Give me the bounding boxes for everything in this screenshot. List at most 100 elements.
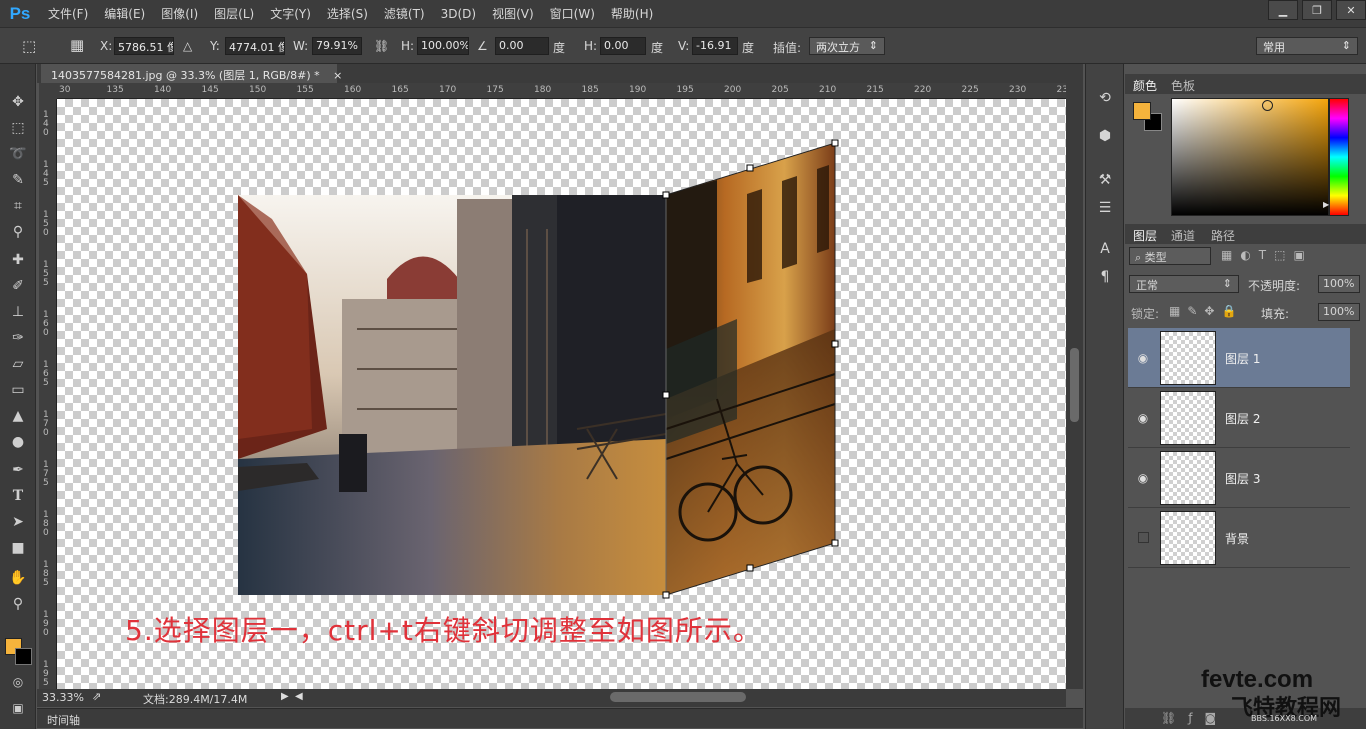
workspace-select[interactable]: 常用 ⇕ (1256, 37, 1358, 55)
transform-tool-icon[interactable]: ⬚ (22, 37, 36, 55)
horizontal-scroll-thumb[interactable] (610, 692, 746, 702)
link-icon[interactable]: ⛓ (374, 39, 389, 53)
hskew-field[interactable]: 0.00 (600, 37, 646, 55)
3d-cube-icon[interactable]: ⬢ (1095, 126, 1115, 146)
opacity-field[interactable]: 100% (1318, 275, 1360, 293)
lock-icons[interactable]: ▦✎✥🔒 (1169, 304, 1243, 318)
play-arrow-icon[interactable]: ▶ (281, 691, 289, 702)
pen-tool-icon[interactable]: ✒ (8, 460, 28, 480)
angle-field[interactable]: 0.00 (495, 37, 549, 55)
close-icon[interactable]: ✕ (1336, 0, 1366, 20)
mask-icon[interactable]: ◙ (1204, 711, 1228, 725)
gradient-tool-icon[interactable]: ▭ (8, 380, 28, 400)
healing-tool-icon[interactable]: ✚ (8, 250, 28, 270)
width-field[interactable]: 79.91% (312, 37, 362, 55)
menu-edit[interactable]: 编辑(E) (96, 5, 153, 22)
layer-row-3[interactable]: ◉ 图层 3 (1128, 448, 1350, 508)
background-color-swatch[interactable] (15, 648, 32, 665)
fill-field[interactable]: 100% (1318, 303, 1360, 321)
vertical-scroll-thumb[interactable] (1070, 348, 1079, 422)
canvas[interactable]: 5.选择图层一，ctrl+t右键斜切调整至如图所示。 (57, 99, 1066, 689)
type-tool-icon[interactable]: T (8, 486, 28, 506)
layer-row-1[interactable]: ◉ 图层 1 (1128, 328, 1350, 388)
foreground-color-chip[interactable] (1133, 102, 1151, 120)
fx-icon[interactable]: ƒ (1188, 711, 1204, 725)
brush-tool-icon[interactable]: ✐ (8, 276, 28, 296)
move-tool-icon[interactable]: ✥ (8, 92, 28, 112)
rectangle-tool-icon[interactable]: ■ (8, 538, 28, 558)
reference-point-icon[interactable]: ▦ (70, 36, 84, 54)
blur-tool-icon[interactable]: ▲ (8, 406, 28, 426)
eyedropper-tool-icon[interactable]: ⚲ (8, 222, 28, 242)
menu-help[interactable]: 帮助(H) (603, 5, 661, 22)
timeline-panel[interactable]: 时间轴 (37, 708, 1083, 728)
hue-slider[interactable] (1329, 98, 1349, 216)
lasso-tool-icon[interactable]: ➰ (8, 144, 28, 164)
vskew-field[interactable]: -16.91 (692, 37, 738, 55)
blend-mode-select[interactable]: 正常 ⇕ (1129, 275, 1239, 293)
dodge-tool-icon[interactable]: ● (8, 432, 28, 452)
link-layers-icon[interactable]: ⛓ (1161, 711, 1188, 725)
photoshop-logo: Ps (9, 3, 31, 23)
paragraph-icon[interactable]: ¶ (1095, 267, 1115, 287)
menu-view[interactable]: 视图(V) (484, 5, 542, 22)
hand-tool-icon[interactable]: ✋ (8, 568, 28, 588)
angle-unit: 度 (553, 41, 566, 55)
tab-layers[interactable]: 图层 (1133, 227, 1157, 244)
history-brush-tool-icon[interactable]: ✑ (8, 328, 28, 348)
crop-tool-icon[interactable]: ⌗ (8, 196, 28, 216)
tab-paths[interactable]: 路径 (1211, 227, 1235, 244)
delta-icon[interactable]: △ (183, 39, 192, 53)
right-panels: 颜色 色板 ▶ 图层 通道 路径 ⌕ 类型 ▦◐T⬚▣ 正常 ⇕ 不透明度: 10… (1125, 64, 1366, 729)
layer-row-2[interactable]: ◉ 图层 2 (1128, 388, 1350, 448)
document-tab[interactable]: 1403577584281.jpg @ 33.3% (图层 1, RGB/8#)… (41, 64, 342, 83)
menu-image[interactable]: 图像(I) (153, 5, 206, 22)
zoom-level[interactable]: 33.33% (42, 691, 84, 704)
close-icon[interactable]: × (333, 69, 342, 82)
interpolation-select[interactable]: 两次立方 ⇕ (809, 37, 885, 55)
screen-mode-icon[interactable]: ▣ (8, 698, 28, 718)
visibility-toggle[interactable] (1138, 532, 1149, 543)
menu-3d[interactable]: 3D(D) (433, 7, 484, 21)
eraser-tool-icon[interactable]: ▱ (8, 354, 28, 374)
sliders-icon[interactable]: ☰ (1095, 198, 1115, 218)
x-field[interactable]: 5786.51 像 (114, 37, 174, 55)
eye-icon[interactable]: ◉ (1135, 410, 1151, 426)
path-select-tool-icon[interactable]: ➤ (8, 512, 28, 532)
tab-color[interactable]: 颜色 (1133, 77, 1157, 94)
layer-filter-select[interactable]: ⌕ 类型 (1129, 247, 1211, 265)
marquee-tool-icon[interactable]: ⬚ (8, 118, 28, 138)
restore-icon[interactable]: ❐ (1302, 0, 1332, 20)
tab-swatches[interactable]: 色板 (1171, 77, 1195, 94)
eye-icon[interactable]: ◉ (1135, 350, 1151, 366)
color-picker-field[interactable] (1171, 98, 1329, 216)
character-icon[interactable]: A (1095, 239, 1115, 259)
minimize-icon[interactable]: ▁ (1268, 0, 1298, 20)
menu-filter[interactable]: 滤镜(T) (376, 5, 433, 22)
adjust-brush-icon[interactable]: ⚒ (1095, 170, 1115, 190)
quick-mask-icon[interactable]: ◎ (8, 672, 28, 692)
zoom-tool-icon[interactable]: ⚲ (8, 594, 28, 614)
menu-layer[interactable]: 图层(L) (206, 5, 262, 22)
y-field[interactable]: 4774.01 像 (225, 37, 285, 55)
vskew-unit: 度 (742, 41, 755, 55)
share-icon[interactable]: ⇗ (92, 690, 101, 703)
menu-type[interactable]: 文字(Y) (262, 5, 319, 22)
color-picker-cursor[interactable] (1262, 100, 1273, 111)
tab-channels[interactable]: 通道 (1171, 227, 1195, 244)
history-icon[interactable]: ⟲ (1095, 88, 1115, 108)
ruler-tick-label: 225 (961, 85, 979, 95)
menu-window[interactable]: 窗口(W) (542, 5, 603, 22)
menu-select[interactable]: 选择(S) (319, 5, 376, 22)
lock-label: 锁定: (1131, 307, 1160, 321)
quick-select-tool-icon[interactable]: ✎ (8, 170, 28, 190)
height-field[interactable]: 100.00% (417, 37, 469, 55)
layer-row-background[interactable]: 背景 (1128, 508, 1350, 568)
scroll-left-icon[interactable]: ◀ (295, 691, 303, 702)
hue-slider-marker[interactable]: ▶ (1323, 200, 1329, 209)
ruler-tick-label: 135 (106, 85, 124, 95)
eye-icon[interactable]: ◉ (1135, 470, 1151, 486)
menu-file[interactable]: 文件(F) (40, 5, 96, 22)
stamp-tool-icon[interactable]: ⊥ (8, 302, 28, 322)
filter-type-icons[interactable]: ▦◐T⬚▣ (1221, 248, 1313, 262)
